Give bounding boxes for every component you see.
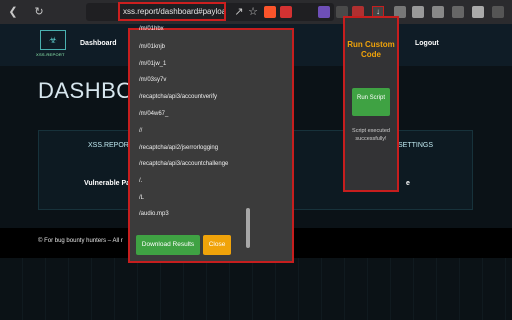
panel-heading-tail: e [406, 180, 410, 187]
payload-item[interactable]: // [139, 128, 142, 134]
reload-icon[interactable]: ↻ [32, 5, 46, 19]
vulnerable-pages-heading: Vulnerable Pa [84, 180, 131, 187]
payload-item[interactable]: /m/01knjb [139, 44, 165, 50]
tab-xss-report[interactable]: XSS.REPORT [88, 142, 133, 149]
payload-item[interactable]: /recaptcha/api3/accountchallenge [139, 161, 228, 167]
script-status: Script executed successfully! [352, 128, 390, 142]
payload-item[interactable]: /audio.mp3 [139, 211, 169, 217]
payload-item[interactable]: /recaptcha/api2/jserrorlogging [139, 145, 218, 151]
logo-text: XSS.REPORT [36, 52, 65, 57]
payloads-popup: /m/01hbx /m/01knjb /m/01jw_1 /m/03sy7v /… [128, 26, 294, 263]
close-button[interactable]: Close [203, 235, 231, 255]
back-icon[interactable]: ❮ [6, 5, 20, 19]
payload-item[interactable]: /m/01jw_1 [139, 61, 166, 67]
browser-toolbar: ❮ ↻ ☐ ● xss.report/dashboard#payloads ↗ … [0, 0, 512, 24]
payload-item[interactable]: /. [139, 178, 142, 184]
footer-text: © For bug bounty hunters – All r [38, 238, 123, 244]
extension-title: Run Custom Code [347, 40, 395, 59]
share-icon[interactable]: ↗ [232, 5, 246, 19]
nav-logout[interactable]: Logout [415, 40, 439, 47]
nav-dashboard[interactable]: Dashboard [80, 40, 117, 47]
popup-scrollbar[interactable] [246, 208, 250, 248]
star-icon[interactable]: ☆ [246, 5, 260, 19]
extension-icon[interactable] [412, 6, 424, 18]
extension-icon[interactable] [318, 6, 330, 18]
extension-icon[interactable] [452, 6, 464, 18]
brave-shield-icon[interactable] [264, 6, 276, 18]
payload-item[interactable]: /m/03sy7v [139, 77, 166, 83]
run-script-button[interactable]: Run Script [352, 88, 390, 116]
payload-item[interactable]: /m/04w67_ [139, 111, 168, 117]
background-floor [0, 258, 512, 320]
payload-item[interactable]: /m/01hbx [139, 26, 164, 32]
download-results-button[interactable]: Download Results [136, 235, 200, 255]
profile-avatar[interactable] [492, 6, 504, 18]
url-text[interactable]: xss.report/dashboard#payloads [118, 2, 226, 21]
payload-item[interactable]: /L [139, 195, 144, 201]
tab-settings[interactable]: SETTINGS [398, 142, 433, 149]
extension-icon[interactable] [432, 6, 444, 18]
logo-icon[interactable]: ☣ [40, 30, 66, 50]
payload-item[interactable]: /recaptcha/api3/accountverify [139, 94, 217, 100]
extension-icon[interactable] [472, 6, 484, 18]
brave-rewards-icon[interactable] [280, 6, 292, 18]
